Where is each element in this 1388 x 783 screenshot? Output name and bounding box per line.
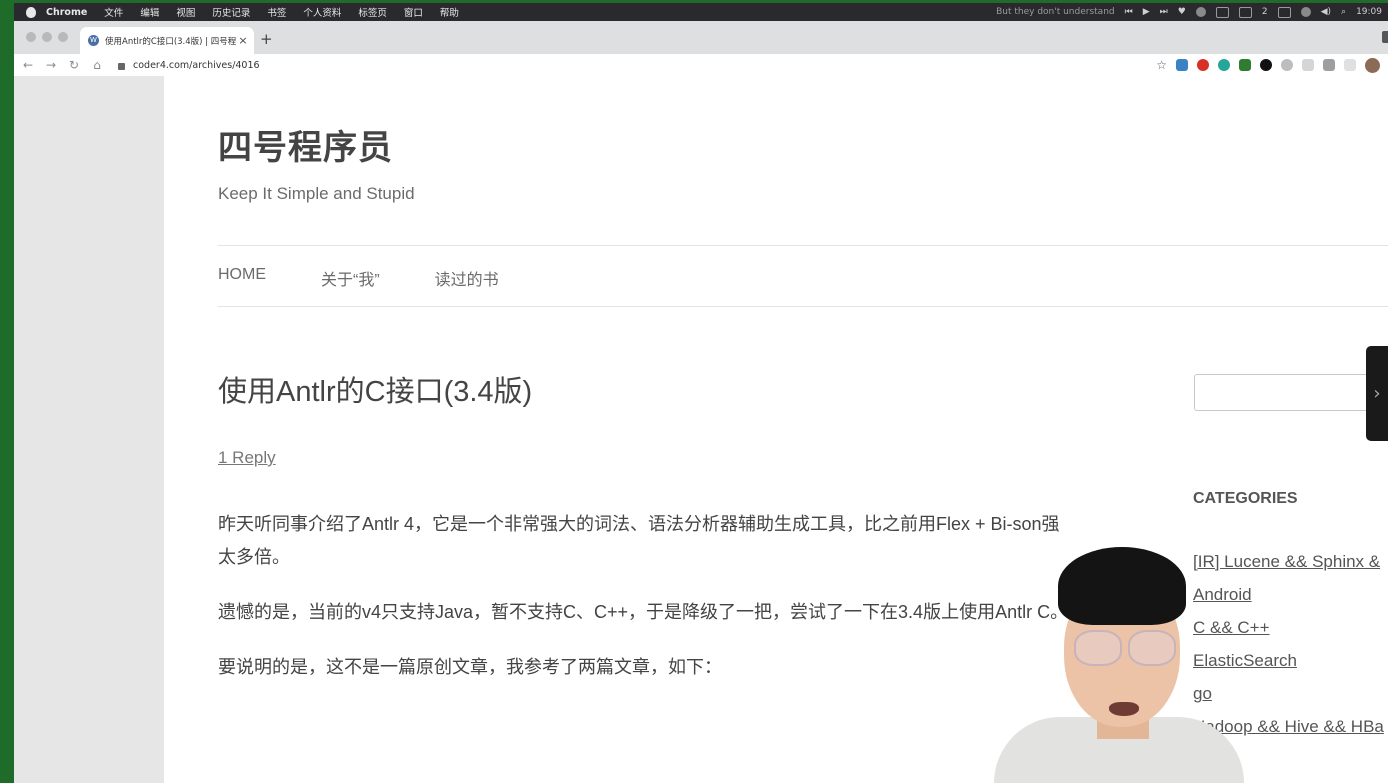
reply-link[interactable]: 1 Reply (218, 448, 276, 468)
chevron-right-icon[interactable]: › (1366, 346, 1388, 441)
browser-tab-active[interactable]: W 使用Antlr的C接口(3.4版) | 四号程 × (80, 27, 254, 54)
browser-toolbar: ← → ↻ ⌂ coder4.com/archives/4016 ☆ (14, 54, 1388, 76)
download-arrow-icon[interactable] (1239, 59, 1251, 71)
address-bar[interactable]: coder4.com/archives/4016 (118, 60, 260, 71)
clock-text[interactable]: 19:09 (1356, 7, 1382, 17)
menu-extras: But they don't understand ⏮ ▶ ⏭ ♥ 2 ◀) ⌕… (996, 6, 1388, 18)
window-menu-icon[interactable] (1277, 6, 1291, 18)
next-track-icon[interactable]: ⏭ (1160, 7, 1168, 17)
apple-menu-icon[interactable] (26, 6, 36, 18)
menu-view[interactable]: 视图 (176, 5, 195, 19)
categories-heading: CATEGORIES (1193, 490, 1298, 507)
address-bar-url[interactable]: coder4.com/archives/4016 (133, 60, 260, 71)
menu-tab[interactable]: 标签页 (358, 5, 387, 19)
menu-edit[interactable]: 编辑 (140, 5, 159, 19)
tab-title: 使用Antlr的C接口(3.4版) | 四号程 (105, 36, 236, 47)
macos-menu-bar: Chrome 文件 编辑 视图 历史记录 书签 个人资料 标签页 窗口 帮助 B… (14, 3, 1388, 21)
nav-divider-bottom (218, 306, 1388, 307)
now-playing-text[interactable]: But they don't understand (996, 7, 1115, 17)
menu-app-name[interactable]: Chrome (46, 7, 87, 18)
menu-file[interactable]: 文件 (104, 5, 123, 19)
home-icon[interactable]: ⌂ (88, 58, 106, 72)
heart-icon[interactable]: ♥ (1178, 7, 1186, 17)
nav-divider-top (218, 245, 1388, 246)
previous-track-icon[interactable]: ⏮ (1125, 7, 1133, 17)
status-menu-icon[interactable] (1195, 7, 1206, 17)
extensions-puzzle-icon[interactable] (1323, 59, 1335, 71)
bookmark-star-icon[interactable]: ☆ (1156, 58, 1167, 72)
display-menu-icon[interactable] (1238, 6, 1252, 18)
control-menu-icon[interactable] (1300, 7, 1311, 17)
back-arrow-icon[interactable]: ← (19, 58, 37, 72)
page-left-margin (14, 76, 164, 783)
tab-close-icon[interactable]: × (236, 34, 250, 47)
profile-avatar[interactable] (1365, 57, 1380, 73)
main-navigation: HOME 关于“我” 读过的书 (218, 266, 554, 290)
lock-icon (118, 62, 125, 70)
presenter-glasses (1074, 630, 1176, 666)
screen-menu-icon[interactable] (1215, 6, 1229, 18)
extension-new-icon[interactable] (1176, 59, 1188, 71)
post-paragraph: 遗憾的是，当前的v4只支持Java，暂不支持C、C++，于是降级了一把，尝试了一… (218, 602, 1069, 622)
extension-red-icon[interactable] (1197, 59, 1209, 71)
screen-frame-left (0, 0, 14, 783)
nav-books-link[interactable]: 读过的书 (435, 266, 499, 290)
menu-history[interactable]: 历史记录 (212, 5, 250, 19)
presenter-hair (1058, 547, 1186, 625)
zoom-window-button[interactable] (58, 32, 68, 42)
post-paragraph: 昨天听同事介绍了Antlr 4，它是一个非常强大的词法、语法分析器辅助生成工具，… (218, 514, 1060, 567)
nav-home-link[interactable]: HOME (218, 266, 266, 290)
minimize-window-button[interactable] (42, 32, 52, 42)
site-title[interactable]: 四号程序员 (218, 120, 393, 169)
forward-arrow-icon[interactable]: → (42, 58, 60, 72)
new-tab-button[interactable]: + (260, 30, 273, 48)
toolbar-actions: ☆ (1156, 57, 1388, 73)
search-icon[interactable]: ⌕ (1341, 7, 1346, 17)
extension-triangle-icon[interactable] (1302, 59, 1314, 71)
close-window-button[interactable] (26, 32, 36, 42)
menu-window[interactable]: 窗口 (404, 5, 423, 19)
menu-help[interactable]: 帮助 (440, 5, 459, 19)
reload-icon[interactable]: ↻ (65, 58, 83, 72)
play-icon[interactable]: ▶ (1143, 7, 1150, 17)
nav-about-link[interactable]: 关于“我” (321, 266, 380, 290)
presenter-mouth (1109, 702, 1139, 716)
extension-circle-icon[interactable] (1260, 59, 1272, 71)
site-description: Keep It Simple and Stupid (218, 184, 415, 203)
extension-teal-icon[interactable] (1218, 59, 1230, 71)
post-title: 使用Antlr的C接口(3.4版) (218, 376, 533, 408)
volume-icon[interactable]: ◀) (1321, 7, 1331, 17)
glasses-lens-right (1128, 630, 1176, 666)
extension-grey-icon[interactable] (1281, 59, 1293, 71)
post-paragraph: 要说明的是，这不是一篇原创文章，我参考了两篇文章，如下： (218, 657, 722, 677)
post-body: 昨天听同事介绍了Antlr 4，它是一个非常强大的词法、语法分析器辅助生成工具，… (218, 508, 1070, 706)
sidebar-search-input[interactable] (1194, 374, 1384, 411)
wordpress-favicon-icon: W (88, 35, 99, 46)
glasses-lens-left (1074, 630, 1122, 666)
notification-badge[interactable]: 2 (1262, 7, 1268, 17)
reading-list-icon[interactable] (1344, 59, 1356, 71)
menu-profiles[interactable]: 个人资料 (303, 5, 341, 19)
menu-bookmarks[interactable]: 书签 (267, 5, 286, 19)
webcam-overlay (994, 545, 1244, 783)
browser-tab-strip: W 使用Antlr的C接口(3.4版) | 四号程 × + (14, 21, 1388, 54)
tab-search-button[interactable] (1382, 31, 1388, 43)
